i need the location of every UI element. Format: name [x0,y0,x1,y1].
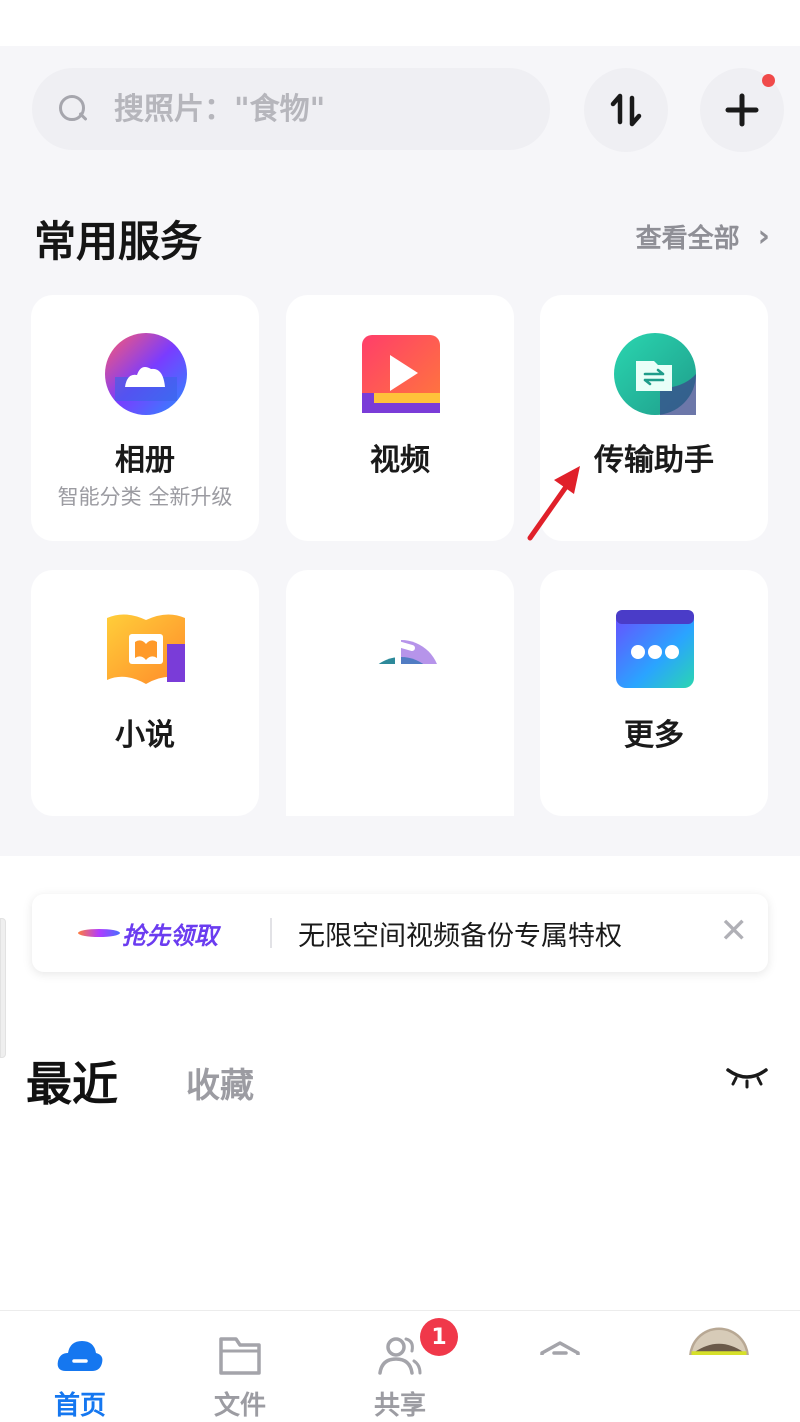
view-all-link[interactable]: 查看全部 › [636,218,770,255]
nav-mask [505,1355,615,1422]
service-name: 更多 [624,718,684,753]
plus-icon [725,93,759,127]
service-card-video[interactable]: 视频 [286,295,514,541]
video-icon [362,335,440,413]
service-name: 小说 [115,718,175,753]
folder-icon [219,1337,261,1375]
service-name: 视频 [370,443,430,478]
nav-files[interactable]: 文件 [185,1311,295,1422]
sort-arrows-icon [610,93,642,127]
view-all-label: 查看全部 [635,224,740,254]
service-name: 相册 [115,443,175,478]
share-people-icon [378,1337,422,1375]
bottom-nav: 首页 文件 共享 [0,1310,800,1422]
nav-profile[interactable] [665,1311,775,1422]
home-cloud-icon [57,1341,103,1371]
banner-logo: 抢先领取 [78,916,238,951]
transfer-icon [614,333,696,415]
search-input[interactable] [114,91,494,127]
album-icon [105,333,187,415]
close-icon[interactable]: ✕ [720,914,749,948]
novel-icon [107,614,185,684]
nav-home[interactable]: 首页 [25,1311,135,1422]
tab-recent[interactable]: 最近 [26,1048,118,1114]
share-badge: 1 [420,1318,458,1356]
nav-label: 文件 [213,1391,266,1421]
nav-label: 首页 [53,1391,106,1421]
tab-favorites[interactable]: 收藏 [186,1058,254,1107]
service-card-album[interactable]: 相册 智能分类 全新升级 [31,295,259,541]
more-icon [616,610,694,688]
service-card-music[interactable] [286,570,514,816]
avatar [689,1327,749,1355]
chevron-right-icon: › [757,219,770,254]
nav-box[interactable] [505,1311,615,1422]
search-bar[interactable] [32,68,550,150]
section-title: 常用服务 [34,217,203,266]
service-card-more[interactable]: 更多 [540,570,768,816]
search-icon [58,94,88,124]
banner-brand: 抢先领取 [122,921,218,950]
red-arrow-annotation [527,466,580,541]
banner-text: 无限空间视频备份专属特权 [298,920,622,952]
service-subtitle: 智能分类 全新升级 [57,485,233,509]
notification-dot [762,74,775,87]
eye-closed-icon[interactable] [726,1064,768,1090]
swoosh-icon [78,929,120,937]
banner-divider [270,918,272,948]
nav-label: 共享 [373,1391,426,1421]
promo-banner[interactable]: 抢先领取 无限空间视频备份专属特权 ✕ [32,894,768,972]
service-card-novel[interactable]: 小说 [31,570,259,816]
sort-button[interactable] [584,68,668,152]
card-blank-area [286,664,514,816]
side-handle[interactable] [0,918,6,1058]
